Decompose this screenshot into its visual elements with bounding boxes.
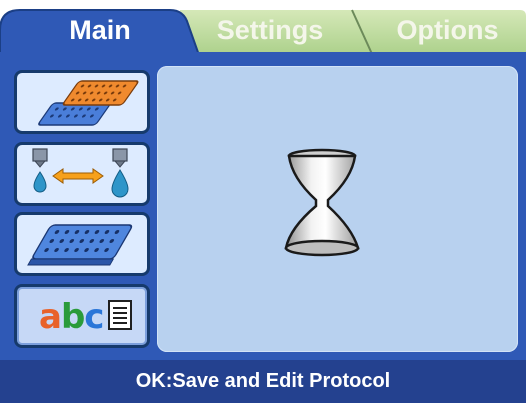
- liquid-transfer-icon: [32, 148, 129, 198]
- document-icon: [108, 300, 132, 330]
- tab-settings[interactable]: Settings: [205, 10, 335, 50]
- text-button[interactable]: abc: [14, 284, 150, 348]
- plate-button[interactable]: [14, 212, 150, 276]
- tab-main[interactable]: Main: [40, 10, 160, 50]
- stacked-plates-icon: [38, 80, 139, 126]
- plates-button[interactable]: [14, 70, 150, 134]
- hourglass-icon: [284, 148, 360, 257]
- dispense-button[interactable]: [14, 142, 150, 206]
- well-plate-icon: [27, 224, 133, 266]
- tab-bar: Main Settings Options: [0, 0, 526, 59]
- status-bar: OK:Save and Edit Protocol: [0, 360, 526, 403]
- tab-options[interactable]: Options: [385, 10, 510, 50]
